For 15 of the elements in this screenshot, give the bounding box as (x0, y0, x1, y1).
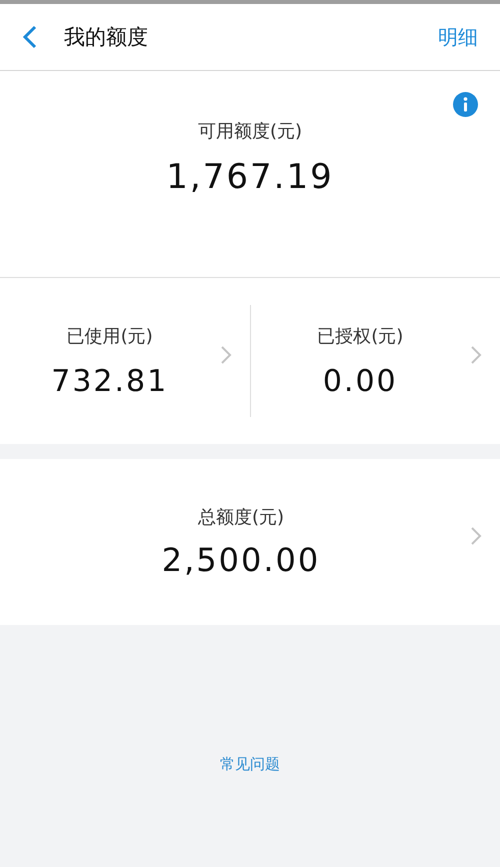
chevron-right-icon (470, 345, 482, 365)
amount-label: 已使用(元) (66, 324, 153, 348)
chevron-right-icon (220, 345, 232, 365)
chevron-right-icon (470, 526, 482, 546)
faq-link[interactable]: 常见问题 (220, 755, 280, 774)
total-amount: 2,500.00 (162, 541, 320, 579)
amount-label: 已授权(元) (317, 324, 404, 348)
amount-value: 0.00 (322, 364, 398, 398)
available-amount: 1,767.19 (166, 157, 334, 197)
details-link[interactable]: 明细 (438, 24, 478, 50)
info-icon[interactable] (453, 92, 478, 117)
page-title: 我的额度 (64, 24, 149, 51)
available-label: 可用额度(元) (198, 120, 302, 143)
amount-value: 732.81 (51, 364, 168, 398)
total-label: 总额度(元) (198, 506, 284, 529)
